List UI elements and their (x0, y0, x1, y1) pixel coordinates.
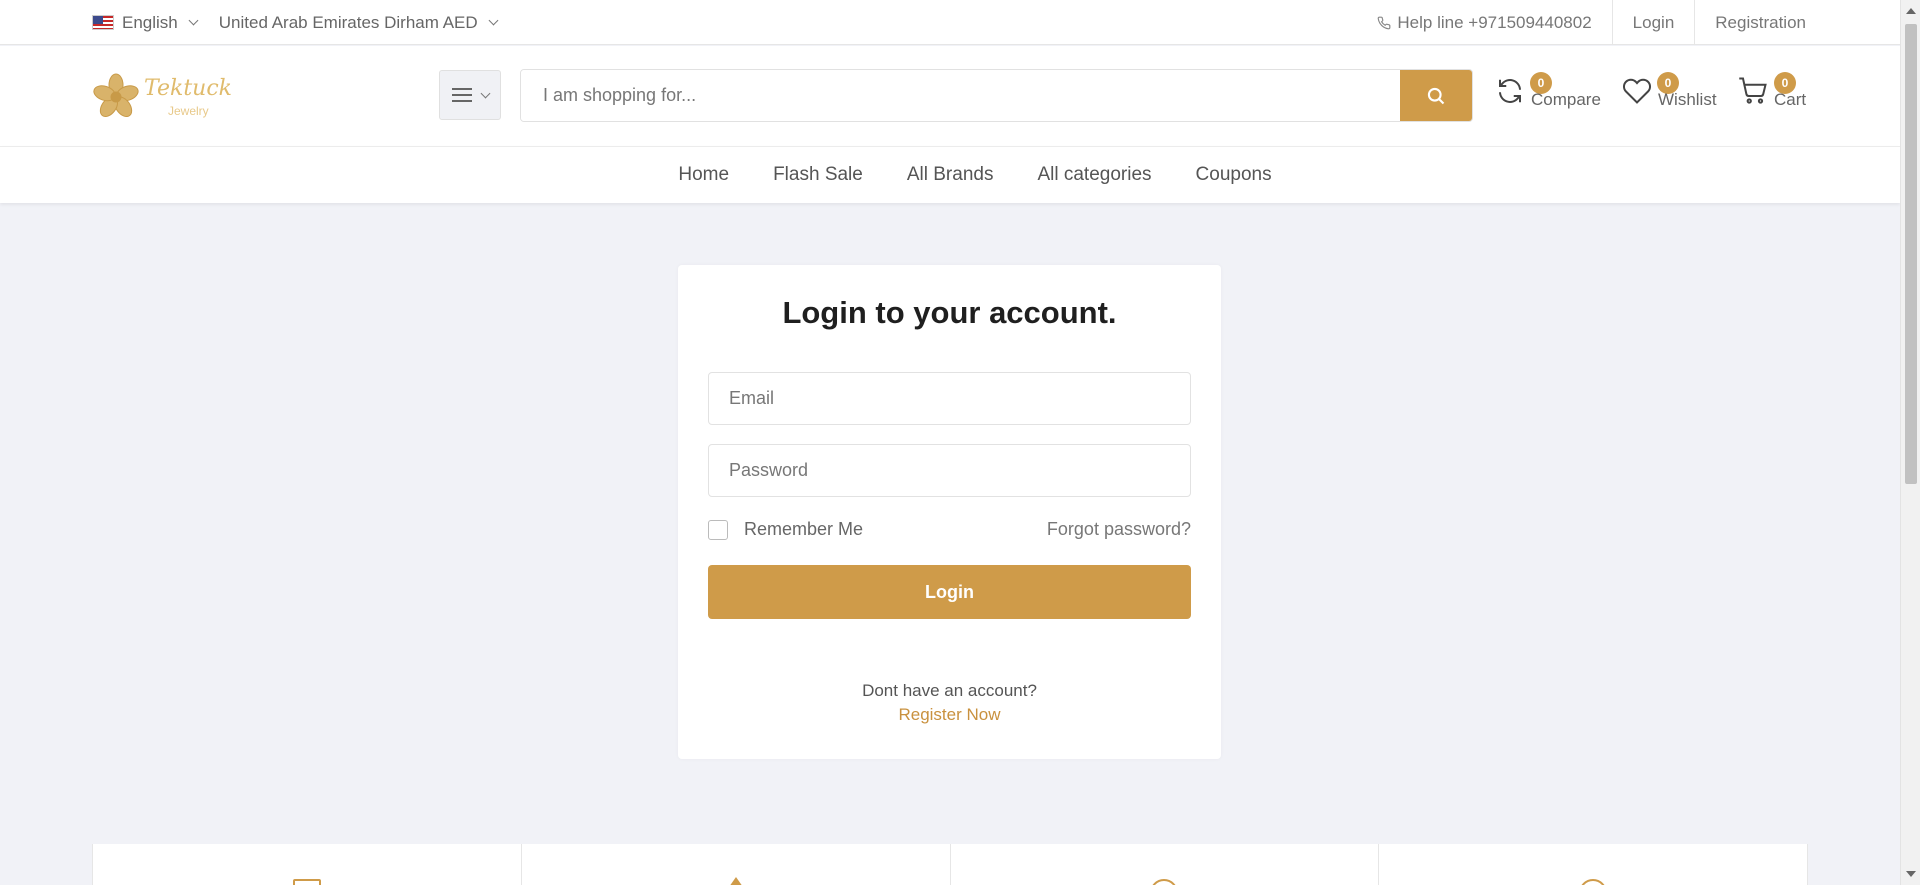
circle-icon (1579, 879, 1608, 885)
triangle-icon (721, 877, 750, 885)
site-logo[interactable]: Tektuck Jewelry (92, 70, 242, 124)
top-registration-label: Registration (1715, 12, 1806, 32)
main-nav: Home Flash Sale All Brands All categorie… (0, 146, 1900, 203)
category-menu-button[interactable] (439, 70, 501, 120)
nav-coupons[interactable]: Coupons (1196, 164, 1272, 186)
hamburger-icon (451, 88, 472, 102)
search-button[interactable] (1400, 70, 1472, 121)
logo-subtext: Jewelry (168, 104, 209, 118)
phone-icon (1378, 16, 1391, 29)
register-now-link[interactable]: Register Now (678, 705, 1221, 725)
nav-all-categories[interactable]: All categories (1037, 164, 1151, 186)
language-label: English (122, 12, 178, 32)
wishlist-button[interactable]: 0 Wishlist (1622, 72, 1717, 109)
login-card: Login to your account. Remember Me Forgo… (678, 265, 1221, 759)
top-login-link[interactable]: Login (1611, 0, 1695, 45)
page-scrollbar[interactable] (1900, 0, 1920, 885)
no-account-text: Dont have an account? (862, 681, 1037, 700)
top-bar-right: Help line +971509440802 Login Registrati… (1357, 0, 1900, 45)
refresh-icon (1499, 79, 1521, 103)
feature-cell (949, 844, 1379, 885)
chevron-down-icon (480, 88, 490, 98)
search-input[interactable] (521, 70, 1400, 121)
scroll-down-arrow-icon[interactable] (1906, 871, 1916, 877)
chevron-down-icon (188, 15, 199, 26)
top-bar: English United Arab Emirates Dirham AED … (0, 0, 1900, 45)
feature-cell (520, 844, 950, 885)
password-field[interactable] (708, 444, 1191, 497)
logo-text: Tektuck (144, 76, 232, 101)
currency-selector[interactable]: United Arab Emirates Dirham AED (218, 12, 499, 33)
compare-label: Compare (1531, 90, 1601, 109)
helpline[interactable]: Help line +971509440802 (1357, 0, 1611, 45)
nav-all-brands[interactable]: All Brands (907, 164, 994, 186)
nav-home[interactable]: Home (678, 164, 729, 186)
language-selector[interactable]: English (92, 12, 199, 33)
scrollbar-thumb[interactable] (1905, 24, 1917, 484)
chevron-down-icon (488, 15, 499, 26)
document-icon (292, 879, 321, 885)
forgot-password-link[interactable]: Forgot password? (1047, 519, 1191, 540)
scroll-up-arrow-icon[interactable] (1906, 8, 1916, 14)
currency-label: United Arab Emirates Dirham AED (218, 12, 478, 32)
us-flag-icon (92, 15, 114, 30)
feature-strip (92, 844, 1808, 885)
helpline-text: Help line +971509440802 (1397, 12, 1592, 32)
circle-icon (1150, 879, 1179, 885)
search-icon (1427, 87, 1445, 104)
nav-flash-sale[interactable]: Flash Sale (773, 164, 863, 186)
cart-icon (1739, 77, 1767, 104)
cart-button[interactable]: 0 Cart (1738, 72, 1806, 109)
feature-cell (1378, 844, 1808, 885)
remember-me-label: Remember Me (744, 519, 864, 539)
top-registration-link[interactable]: Registration (1694, 0, 1900, 45)
login-button[interactable]: Login (708, 565, 1191, 619)
login-title: Login to your account. (782, 295, 1117, 330)
search-bar (520, 69, 1473, 122)
heart-icon (1623, 78, 1651, 104)
top-bar-left: English United Arab Emirates Dirham AED (92, 0, 499, 45)
compare-button[interactable]: 0 Compare (1495, 72, 1601, 109)
remember-me-checkbox[interactable] (708, 519, 728, 540)
wishlist-label: Wishlist (1658, 90, 1717, 109)
email-field[interactable] (708, 372, 1191, 425)
feature-cell (92, 844, 521, 885)
remember-me[interactable]: Remember Me (708, 519, 863, 540)
top-login-label: Login (1632, 12, 1675, 32)
main-header: Tektuck Jewelry 0 Compare 0 Wishlist 0 C… (0, 46, 1900, 146)
cart-label: Cart (1774, 90, 1807, 109)
